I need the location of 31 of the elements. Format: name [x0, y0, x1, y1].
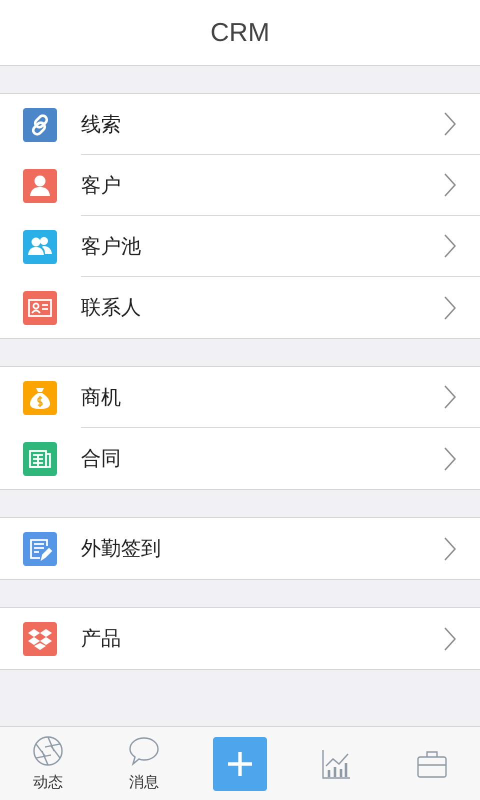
- menu-item[interactable]: 产品: [0, 608, 480, 669]
- chevron-right-icon: [444, 626, 456, 650]
- chevron-right-icon: [444, 536, 456, 560]
- menu-item[interactable]: 合同: [0, 428, 480, 489]
- chevron-right-icon: [444, 446, 456, 470]
- menu-label: 产品: [81, 625, 121, 652]
- menu-label: 商机: [81, 384, 121, 410]
- menu-label: 线索: [81, 110, 121, 138]
- menu-item[interactable]: 外勤签到: [0, 518, 480, 579]
- chevron-right-icon: [444, 173, 456, 197]
- menu-label: 客户池: [81, 232, 141, 260]
- chevron-right-icon: [444, 112, 456, 136]
- add-button[interactable]: [213, 736, 267, 790]
- page-title: CRM: [210, 17, 270, 48]
- chart-icon[interactable]: [320, 748, 352, 780]
- chevron-right-icon: [444, 234, 456, 258]
- menu-item[interactable]: 线索: [0, 94, 480, 155]
- aperture-icon[interactable]: [32, 735, 64, 767]
- menu-item[interactable]: 联系人: [0, 277, 480, 338]
- menu-label: 客户: [81, 172, 121, 198]
- menu-label: 联系人: [81, 294, 141, 321]
- chevron-right-icon: [444, 385, 456, 409]
- tab-label: 消息: [129, 773, 159, 792]
- menu-label: 外勤签到: [81, 535, 161, 562]
- menu-item[interactable]: 客户: [0, 155, 480, 216]
- menu-label: 合同: [81, 445, 121, 472]
- chat-icon[interactable]: [128, 735, 160, 767]
- menu-item[interactable]: 客户池: [0, 216, 480, 277]
- tab-label: 动态: [33, 773, 63, 792]
- menu-item[interactable]: 商机: [0, 367, 480, 428]
- chevron-right-icon: [444, 296, 456, 320]
